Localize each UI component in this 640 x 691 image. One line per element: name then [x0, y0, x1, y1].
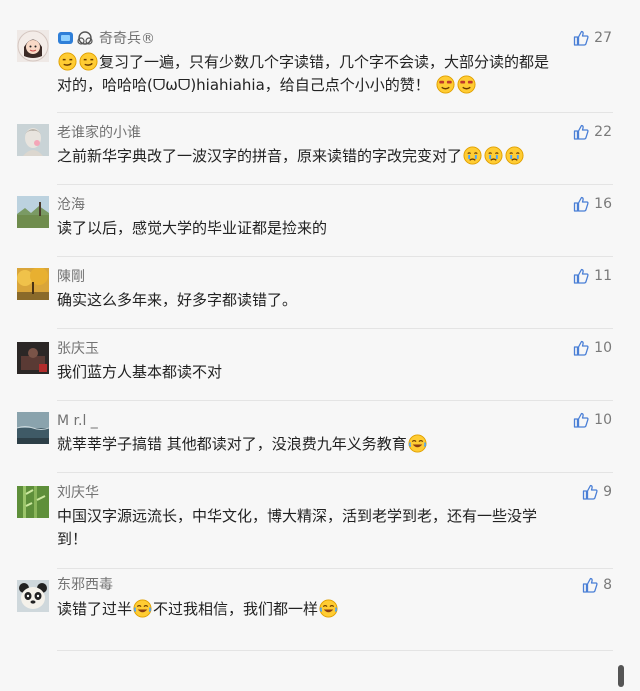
crying-face-icon [463, 146, 482, 165]
avatar-statue-icon [17, 124, 49, 156]
divider [57, 112, 613, 113]
comment-item: 老谁家的小谁 22 之前新华字典改了一波汉字的拼音，原来读错的字改完变对了 [0, 118, 626, 190]
like-count: 9 [603, 484, 612, 500]
comment-item: 刘庆华 9 中国汉字源远流长，中华文化，博大精深，活到老学到老，还有一些没学 到… [0, 478, 626, 574]
thumbs-up-icon [574, 30, 589, 46]
comment-text-line-1: 复习了一遍，只有少数几个字读错，几个字不会读，大部分读的都是 [99, 53, 550, 71]
crying-face-icon [484, 146, 503, 165]
avatar-dark-photo-icon [17, 342, 49, 374]
like-count: 16 [594, 196, 612, 212]
avatar-bamboo-icon [17, 486, 49, 518]
like-button[interactable]: 8 [582, 576, 612, 594]
like-button[interactable]: 11 [573, 267, 612, 285]
divider [57, 650, 613, 651]
user-name[interactable]: 刘庆华 [57, 484, 99, 502]
divider [57, 184, 613, 185]
thumbs-up-icon [574, 124, 589, 140]
comment-text: 确实这么多年来，好多字都读错了。 [57, 291, 298, 309]
like-button[interactable]: 10 [573, 411, 612, 429]
user-badges [57, 30, 95, 46]
thumbs-up-icon [582, 484, 598, 500]
comment-text: 复习了一遍，只有少数几个字读错，几个字不会读，大部分读的都是 对的，哈哈哈(ᗜω… [57, 51, 613, 97]
user-avatar[interactable] [17, 196, 49, 228]
comment-text: 读了以后，感觉大学的毕业证都是捡来的 [57, 219, 328, 237]
comment-text-part-2: 不过我相信，我们都一样 [153, 600, 319, 618]
comment-item: 东邪西毒 8 读错了过半 不过我相信，我们都一样 [0, 574, 626, 654]
comment-item: 沧海 16 读了以后，感觉大学的毕业证都是捡来的 [0, 190, 626, 262]
comment-text-line-2: 到！ [57, 530, 88, 548]
comment-text-line-1: 就莘莘学子搞错 其他都读对了，没浪费九年义务教育 [57, 435, 407, 453]
user-avatar[interactable] [17, 486, 49, 518]
comment-text: 我们蓝方人基本都读不对 [57, 363, 223, 381]
user-name[interactable]: 奇奇兵® [99, 30, 155, 48]
comment-item: 张庆玉 10 我们蓝方人基本都读不对 [0, 334, 626, 406]
user-name[interactable]: 东邪西毒 [57, 576, 113, 594]
user-avatar[interactable] [17, 580, 49, 612]
divider [57, 472, 613, 473]
comment-text: 中国汉字源远流长，中华文化，博大精深，活到老学到老，还有一些没学 到！ [57, 505, 613, 551]
like-count: 8 [603, 577, 612, 593]
like-count: 10 [594, 412, 612, 428]
user-name[interactable]: 张庆玉 [57, 340, 99, 358]
user-avatar[interactable] [17, 268, 49, 300]
like-count: 22 [594, 124, 612, 140]
user-name[interactable]: 沧海 [57, 196, 85, 214]
comment-text: 就莘莘学子搞错 其他都读对了，没浪费九年义务教育 [57, 433, 613, 456]
comment-text-line-1: 之前新华字典改了一波汉字的拼音，原来读错的字改完变对了 [57, 147, 463, 165]
comment-item: M r.l _ 10 就莘莘学子搞错 其他都读对了，没浪费九年义务教育 [0, 406, 626, 478]
divider [57, 328, 613, 329]
user-avatar[interactable] [17, 30, 49, 62]
like-button[interactable]: 27 [573, 29, 612, 47]
laughing-crying-icon [319, 599, 338, 618]
scrollbar[interactable] [618, 665, 624, 687]
laughing-crying-icon [408, 434, 427, 453]
user-name[interactable]: M r.l _ [57, 412, 98, 430]
like-count: 11 [594, 268, 612, 284]
like-button[interactable]: 22 [573, 123, 612, 141]
user-name[interactable]: 老谁家的小谁 [57, 124, 141, 142]
comment-item: 奇奇兵® 27 复习了一遍，只有少数几个字读错，几个字不会读，大部分读的都是 对… [0, 0, 626, 118]
smirk-face-icon [79, 52, 98, 71]
comment-text: 读错了过半 不过我相信，我们都一样 [57, 598, 613, 621]
crying-face-icon [505, 146, 524, 165]
comment-text-part-1: 读错了过半 [57, 600, 133, 618]
thumbs-up-icon [574, 268, 589, 284]
divider [57, 400, 613, 401]
divider [57, 256, 613, 257]
avatar-autumn-trees-icon [17, 268, 49, 300]
like-count: 10 [594, 340, 612, 356]
user-avatar[interactable] [17, 412, 49, 444]
avatar-landscape-icon [17, 196, 49, 228]
comment-text: 之前新华字典改了一波汉字的拼音，原来读错的字改完变对了 [57, 145, 613, 168]
avatar-panda-icon [17, 580, 49, 612]
avatar-sea-icon [17, 412, 49, 444]
like-count: 27 [594, 30, 612, 46]
cool-face-icon [457, 75, 476, 94]
thumbs-up-icon [574, 412, 589, 428]
like-button[interactable]: 10 [573, 339, 612, 357]
comment-list: 奇奇兵® 27 复习了一遍，只有少数几个字读错，几个字不会读，大部分读的都是 对… [0, 0, 626, 691]
user-avatar[interactable] [17, 124, 49, 156]
divider [57, 568, 613, 569]
thumbs-up-icon [582, 577, 598, 593]
comment-item: 陳剛 11 确实这么多年来，好多字都读错了。 [0, 262, 626, 334]
like-button[interactable]: 9 [582, 483, 612, 501]
smirk-face-icon [58, 52, 77, 71]
comment-text-line-2: 对的，哈哈哈(ᗜωᗜ)hiahiahia，给自己点个小小的赞！ [57, 76, 430, 94]
comment-text-line-1: 中国汉字源远流长，中华文化，博大精深，活到老学到老，还有一些没学 [57, 507, 538, 525]
like-button[interactable]: 16 [573, 195, 612, 213]
thumbs-up-icon [574, 196, 589, 212]
avatar-cartoon-girl-icon [17, 30, 49, 62]
cool-face-icon [436, 75, 455, 94]
thumbs-up-icon [574, 340, 589, 356]
laughing-crying-icon [133, 599, 152, 618]
user-avatar[interactable] [17, 342, 49, 374]
user-name[interactable]: 陳剛 [57, 268, 85, 286]
